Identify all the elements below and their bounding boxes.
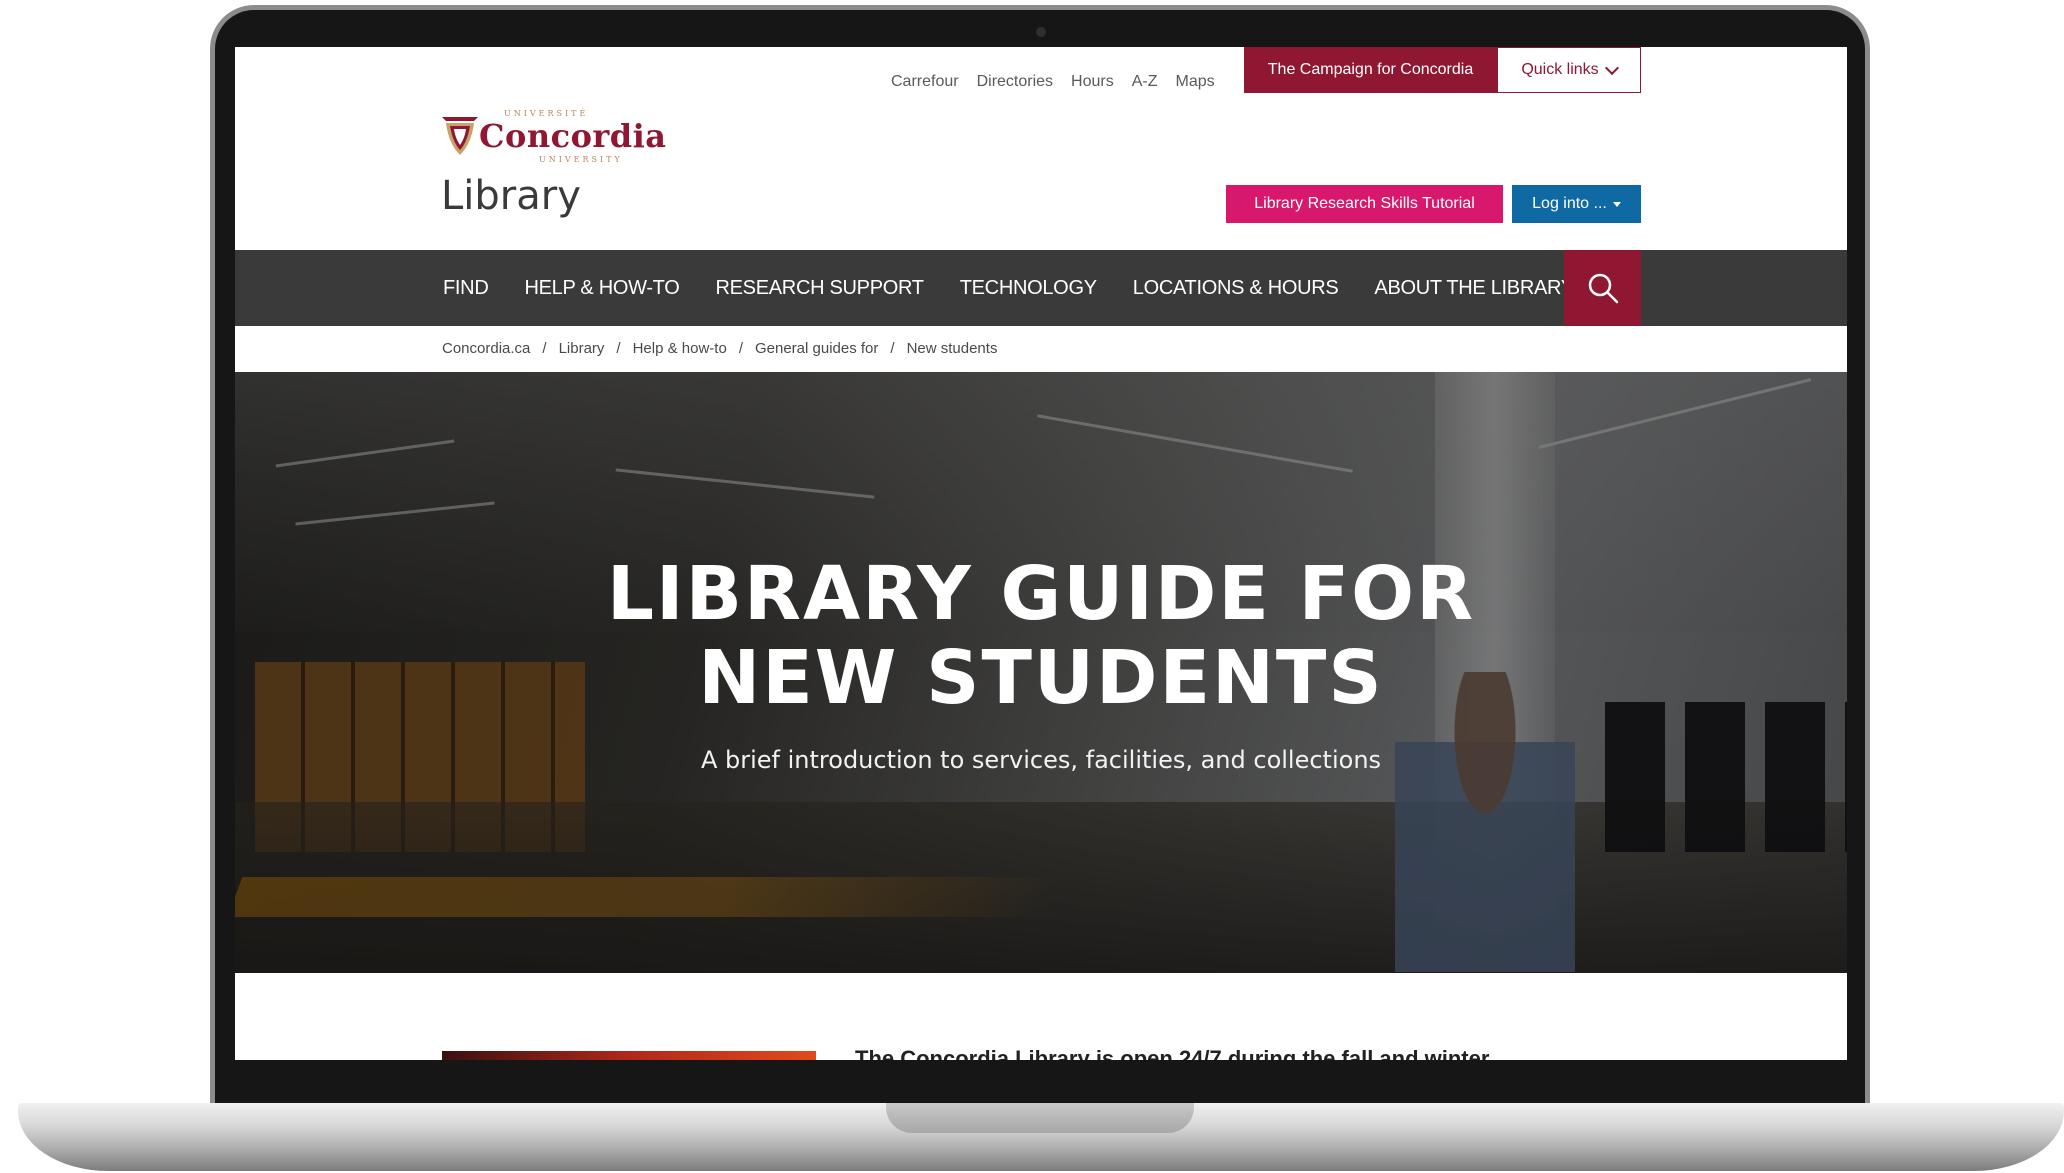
browser-screen: Carrefour Directories Hours A-Z Maps The…	[235, 47, 1847, 1060]
hero-banner: LIBRARY GUIDE FOR NEW STUDENTS A brief i…	[235, 372, 1847, 973]
utility-link-directories[interactable]: Directories	[977, 73, 1053, 91]
chevron-down-icon	[1604, 60, 1619, 75]
quick-links-label: Quick links	[1521, 61, 1599, 78]
content-image	[442, 1051, 816, 1060]
search-icon	[1588, 273, 1618, 304]
login-label: Log into ...	[1532, 195, 1607, 212]
breadcrumb-item-general-guides[interactable]: General guides for	[755, 340, 878, 357]
research-skills-button[interactable]: Library Research Skills Tutorial	[1226, 185, 1503, 223]
campaign-button-label: The Campaign for Concordia	[1267, 61, 1474, 78]
utility-link-carrefour[interactable]: Carrefour	[891, 73, 959, 91]
crest-icon	[442, 117, 478, 155]
nav-item-find[interactable]: FIND	[443, 277, 489, 300]
breadcrumb-item-concordia[interactable]: Concordia.ca	[442, 340, 530, 357]
breadcrumb-item-library[interactable]: Library	[559, 340, 605, 357]
hero-title: LIBRARY GUIDE FOR NEW STUDENTS	[235, 552, 1847, 720]
utility-link-hours[interactable]: Hours	[1071, 73, 1114, 91]
site-title[interactable]: Library	[441, 173, 581, 219]
login-dropdown-button[interactable]: Log into ...	[1512, 185, 1641, 223]
main-nav: FIND HELP & HOW-TO RESEARCH SUPPORT TECH…	[235, 250, 1847, 326]
nav-item-about[interactable]: ABOUT THE LIBRARY	[1374, 277, 1574, 300]
nav-item-technology[interactable]: TECHNOLOGY	[960, 277, 1097, 300]
utility-nav: Carrefour Directories Hours A-Z Maps	[891, 59, 1215, 105]
logo-brand-text: Concordia	[479, 117, 667, 155]
hero-subtitle: A brief introduction to services, facili…	[700, 746, 1382, 774]
logo-bottom-text: UNIVERSITY	[539, 155, 623, 164]
intro-text: The Concordia Library is open 24/7 durin…	[855, 1046, 1490, 1060]
quick-links-button[interactable]: Quick links	[1497, 47, 1641, 93]
caret-down-icon	[1612, 201, 1621, 207]
campaign-button[interactable]: The Campaign for Concordia	[1244, 47, 1497, 93]
hero-title-line-1: LIBRARY GUIDE FOR	[606, 551, 1476, 637]
search-button[interactable]	[1564, 250, 1641, 326]
hero-title-line-2: NEW STUDENTS	[698, 635, 1384, 721]
nav-item-locations-hours[interactable]: LOCATIONS & HOURS	[1133, 277, 1339, 300]
laptop-notch	[886, 1103, 1194, 1133]
research-skills-label: Library Research Skills Tutorial	[1254, 195, 1475, 212]
utility-link-a-z[interactable]: A-Z	[1132, 73, 1158, 91]
breadcrumb: Concordia.ca / Library / Help & how-to /…	[442, 340, 998, 357]
concordia-logo[interactable]: UNIVERSITÉ Concordia UNIVERSITY	[440, 105, 666, 167]
camera-dot	[1036, 27, 1046, 37]
utility-link-maps[interactable]: Maps	[1176, 73, 1215, 91]
breadcrumb-item-help[interactable]: Help & how-to	[633, 340, 727, 357]
breadcrumb-item-new-students: New students	[906, 340, 998, 357]
nav-item-help[interactable]: HELP & HOW-TO	[524, 277, 679, 300]
nav-item-research-support[interactable]: RESEARCH SUPPORT	[716, 277, 925, 300]
